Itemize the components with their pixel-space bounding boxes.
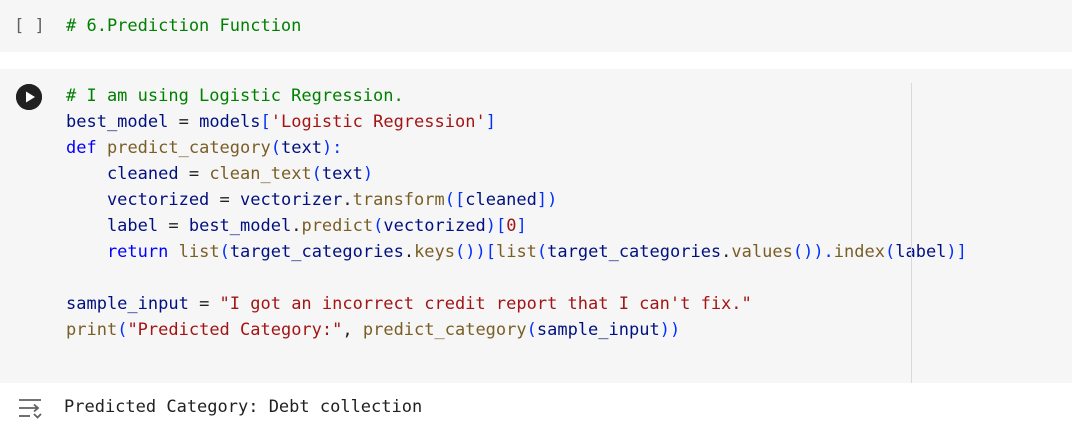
code-token: label	[895, 242, 947, 262]
code-token: 'Logistic Regression'	[270, 112, 486, 132]
code-token: .	[291, 216, 302, 236]
code-token: ())[	[455, 242, 496, 262]
code-token: target_categories	[547, 242, 722, 262]
code-token: sample_input	[536, 320, 660, 340]
code-line: vectorized = vectorizer.transform([clean…	[66, 187, 967, 213]
code-token: (	[526, 320, 537, 340]
cell-output: Predicted Category: Debt collection	[0, 384, 1072, 436]
code-token: (	[311, 164, 322, 184]
code-token: cleaned	[66, 164, 179, 184]
code-token: (	[884, 242, 896, 262]
code-line: cleaned = clean_text(text)	[66, 161, 967, 187]
code-token: vectorized	[66, 190, 210, 210]
code-token: def	[66, 138, 97, 158]
code-token: (	[270, 138, 281, 158]
code-token: sample_input	[66, 294, 189, 314]
code-token: models	[199, 112, 261, 132]
code-line: print("Predicted Category:", predict_cat…	[66, 317, 967, 343]
code-line: return list(target_categories.keys())[li…	[66, 239, 967, 265]
code-editor[interactable]: # I am using Logistic Regression. best_mo…	[66, 83, 967, 343]
code-token: transform	[352, 190, 445, 210]
code-token: predict	[301, 216, 374, 236]
output-toggle-icon[interactable]	[16, 396, 46, 422]
code-token: text	[280, 138, 322, 158]
code-token: ]	[485, 112, 496, 132]
code-line: label = best_model.predict(vectorized)[0…	[66, 213, 967, 239]
code-token: list	[178, 242, 220, 262]
code-token: "I got an incorrect credit report that I…	[219, 294, 752, 314]
code-token: predict_category	[106, 138, 271, 158]
code-token: keys	[414, 242, 456, 262]
code-line: best_model = models['Logistic Regression…	[66, 109, 967, 135]
code-editor[interactable]: # 6.Prediction Function	[66, 13, 301, 39]
code-token: # 6.Prediction Function	[66, 16, 302, 36]
code-token: return	[66, 242, 169, 262]
code-line: sample_input = "I got an incorrect credi…	[66, 291, 967, 317]
code-line: # I am using Logistic Regression.	[66, 83, 967, 109]
play-circle-icon	[16, 84, 42, 110]
code-token: predict_category	[362, 320, 527, 340]
code-token: index	[833, 242, 885, 262]
code-token: ,	[342, 320, 363, 340]
code-token: =	[188, 294, 220, 314]
code-token: list	[495, 242, 537, 262]
code-token: =	[209, 190, 241, 210]
code-cell-prediction-function[interactable]: # I am using Logistic Regression. best_mo…	[0, 69, 1072, 383]
code-token: # I am using Logistic Regression.	[66, 86, 404, 106]
code-token: =	[178, 164, 210, 184]
code-token: .	[721, 242, 732, 262]
run-cell-button[interactable]	[16, 84, 42, 110]
code-token: vectorized	[383, 216, 486, 236]
code-token: =	[168, 112, 200, 132]
code-token: text	[321, 164, 363, 184]
output-text: Predicted Category: Debt collection	[64, 397, 423, 417]
code-line: # 6.Prediction Function	[66, 13, 301, 39]
code-token: print	[66, 320, 118, 340]
code-token: best_model	[66, 112, 169, 132]
code-token: label	[66, 216, 159, 236]
code-token: =	[158, 216, 189, 236]
code-token: (	[536, 242, 548, 262]
code-token: cleaned	[465, 190, 537, 210]
code-token: (	[373, 216, 384, 236]
code-token: ))	[659, 320, 681, 340]
code-token: "Predicted Category:"	[127, 320, 343, 340]
code-token: )[	[485, 216, 507, 236]
cell-execution-count: [ ]	[14, 16, 45, 36]
code-token: .	[342, 190, 353, 210]
code-token: ([	[444, 190, 466, 210]
code-token: ])	[536, 190, 558, 210]
code-token: vectorizer	[240, 190, 343, 210]
code-line: def predict_category(text):	[66, 135, 967, 161]
code-cell-prediction-header[interactable]: [ ] # 6.Prediction Function	[0, 0, 1072, 52]
code-token: [	[260, 112, 271, 132]
ruler-line	[911, 83, 912, 383]
code-token: clean_text	[209, 164, 312, 184]
code-token: ()).	[792, 242, 834, 262]
code-token: values	[731, 242, 793, 262]
code-token: (	[117, 320, 128, 340]
code-token: (	[219, 242, 230, 262]
code-token: .	[403, 242, 415, 262]
code-token: ]	[516, 216, 527, 236]
code-token: ):	[321, 138, 343, 158]
code-token: )	[362, 164, 374, 184]
code-token: best_model	[188, 216, 292, 236]
code-token: 0	[506, 216, 517, 236]
code-token: target_categories	[229, 242, 404, 262]
code-token: )]	[946, 242, 967, 262]
